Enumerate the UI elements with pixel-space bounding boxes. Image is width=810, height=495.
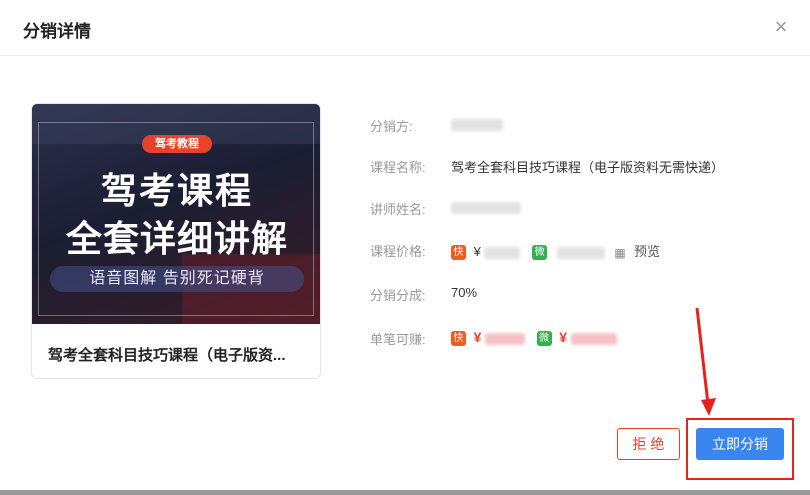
earnings-row: 单笔可赚: 快 ¥ 微 ¥ (370, 329, 690, 349)
dialog-title: 分销详情 (23, 22, 91, 41)
wechat-icon: 微 (532, 245, 548, 261)
cover-headline-2: 全套详细讲解 (65, 218, 288, 259)
teacher-label: 讲师姓名: (370, 202, 426, 217)
wechat-icon: 微 (536, 331, 552, 347)
share-label: 分销分成: (370, 288, 426, 303)
redacted-text (451, 201, 521, 214)
earnings-label: 单笔可赚: (370, 332, 426, 347)
redacted-price (556, 246, 605, 259)
preview-link[interactable]: 预览 (634, 244, 660, 259)
redacted-text (451, 118, 503, 131)
close-icon[interactable]: × (770, 16, 792, 38)
bottom-edge (0, 490, 810, 495)
kuaishou-icon: 快 (451, 331, 466, 347)
course-cover-image: 驾考教程 驾考课程 全套详细讲解 语音图解 告别死记硬背 (32, 104, 320, 324)
dialog-header: 分销详情 × (0, 0, 810, 56)
price-kuaishou-currency: ¥ (473, 244, 481, 259)
distribute-now-button[interactable]: 立即分销 (696, 428, 784, 460)
course-name-value: 驾考全套科目技巧课程（电子版资料无需快递） (451, 160, 725, 175)
cover-subline: 语音图解 告别死记硬背 (50, 266, 304, 292)
distributor-label: 分销方: (370, 119, 413, 134)
kuaishou-icon: 快 (451, 245, 466, 261)
course-card-name: 驾考全套科目技巧课程（电子版资... (48, 347, 286, 364)
redacted-earning (485, 332, 526, 345)
distributor-value (451, 116, 503, 131)
price-value: 快 ¥ 微 ▦ 预览 (451, 241, 660, 261)
course-name-label: 课程名称: (370, 160, 426, 175)
cover-badge: 驾考教程 (142, 135, 212, 153)
price-label: 课程价格: (370, 244, 426, 259)
qr-code-icon[interactable]: ▦ (614, 247, 626, 259)
cover-headline-1: 驾考课程 (100, 170, 253, 211)
redacted-price (484, 246, 521, 259)
earn-wechat-currency: ¥ (559, 329, 568, 345)
share-value: 70% (451, 285, 478, 300)
reject-button[interactable]: 拒 绝 (617, 428, 680, 460)
earn-kuaishou-currency: ¥ (473, 329, 482, 345)
redacted-earning (570, 332, 617, 345)
price-row: 课程价格: 快 ¥ 微 ▦ 预览 (370, 241, 690, 261)
teacher-value (451, 199, 521, 214)
earnings-value: 快 ¥ 微 ¥ (451, 329, 617, 347)
course-card[interactable]: 驾考教程 驾考课程 全套详细讲解 语音图解 告别死记硬背 驾考全套科目技巧课程（… (31, 103, 321, 379)
